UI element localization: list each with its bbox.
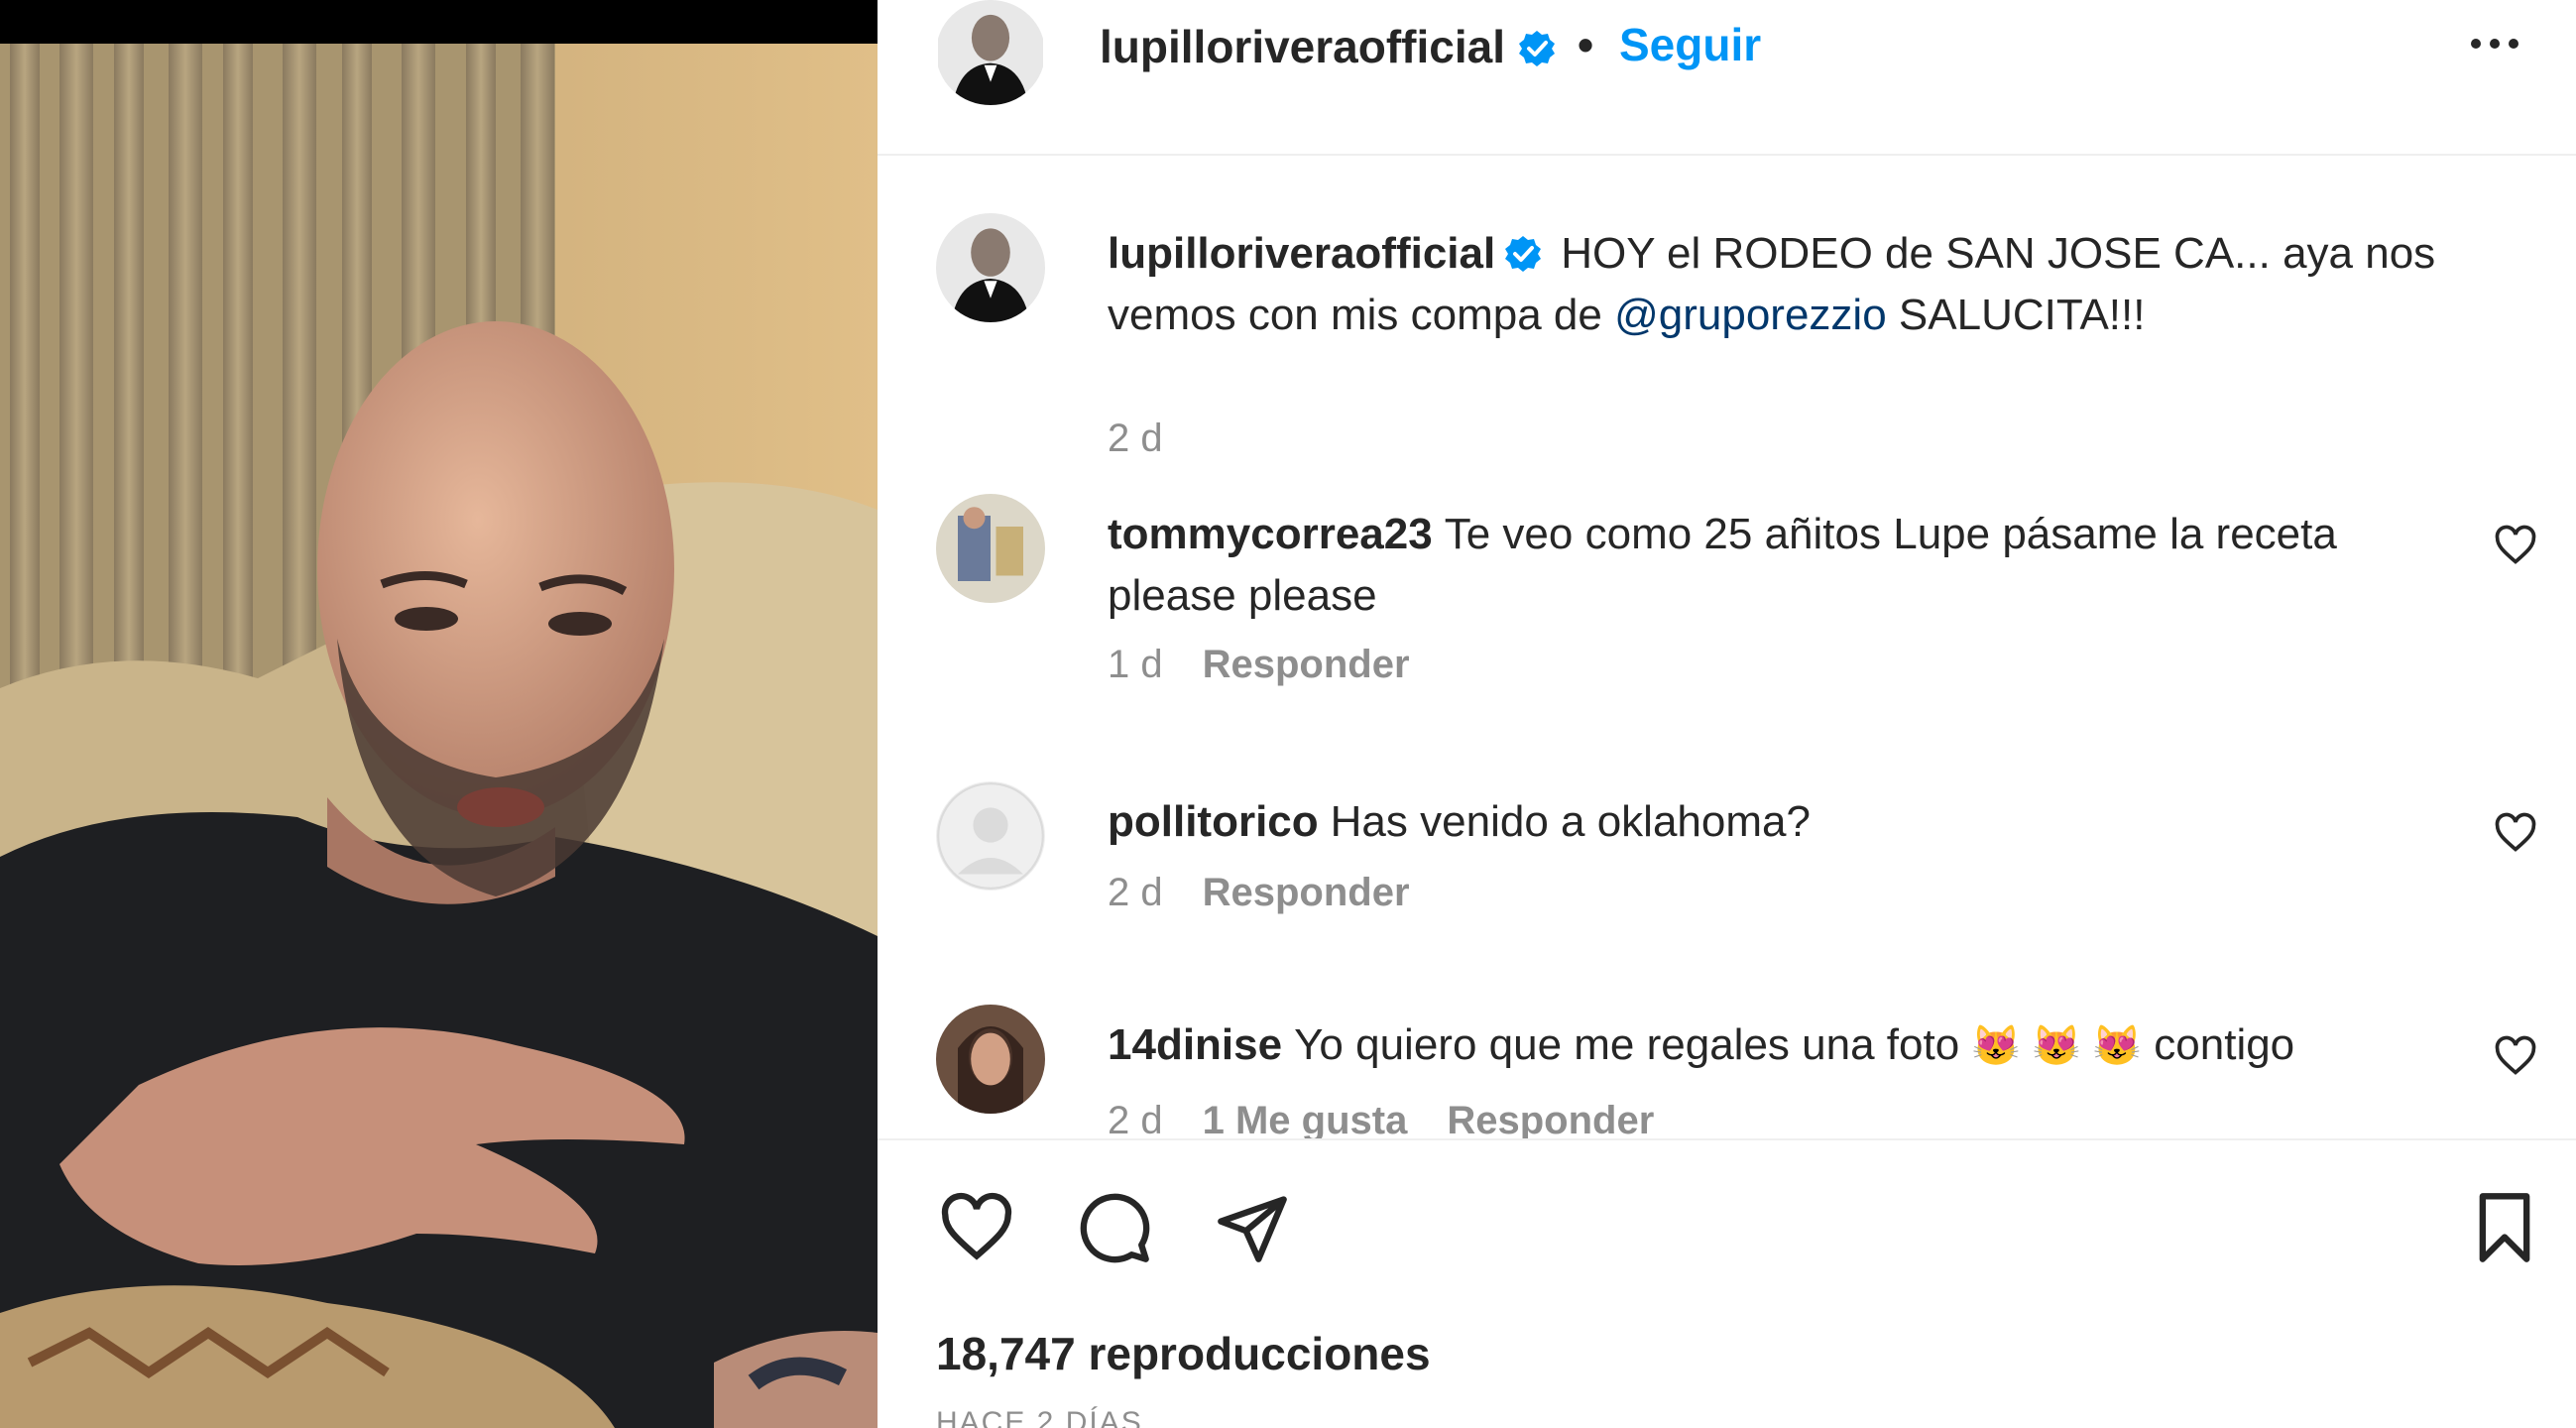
comment-avatar[interactable] — [936, 1005, 1045, 1114]
comment-avatar[interactable] — [936, 781, 1045, 891]
comment-text: pollitorico Has venido a oklahoma? — [1108, 791, 2377, 853]
caption-body-end: SALUCITA!!! — [1886, 291, 2146, 339]
post-date: HACE 2 DÍAS — [936, 1406, 1143, 1428]
comment-body-end: contigo — [2142, 1020, 2295, 1069]
post-video[interactable] — [0, 0, 878, 1428]
comment-time: 2 d — [1108, 871, 1163, 914]
heart-icon[interactable] — [2494, 811, 2537, 855]
comment-text: 14dinise Yo quiero que me regales una fot… — [1108, 1014, 2377, 1077]
header-username[interactable]: lupilloriveraofficial — [1100, 20, 1557, 73]
comment-username[interactable]: pollitorico — [1108, 797, 1319, 846]
views-count[interactable]: 18,747 reproducciones — [936, 1327, 1431, 1380]
comment-username[interactable]: tommycorrea23 — [1108, 510, 1433, 558]
comment-body: Yo quiero que me regales una foto — [1294, 1020, 1972, 1069]
comment-text: tommycorrea23 Te veo como 25 añitos Lupe … — [1108, 504, 2377, 627]
video-top-bar — [0, 0, 878, 44]
verified-badge-icon — [1519, 31, 1555, 66]
caption-text: lupilloriveraofficial HOY el RODEO de SAN… — [1108, 223, 2516, 346]
comment-time: 1 d — [1108, 643, 1163, 686]
comment-username[interactable]: 14dinise — [1108, 1020, 1282, 1069]
comment-meta: 2 d 1 Me gusta Responder — [1108, 1099, 1694, 1138]
mention-link[interactable]: @gruporezzio — [1614, 291, 1887, 339]
reply-button[interactable]: Responder — [1203, 643, 1410, 686]
caption-time: 2 d — [1108, 416, 1163, 460]
verified-badge-icon — [1505, 236, 1542, 272]
heart-icon — [941, 1192, 1012, 1260]
comment-icon — [1080, 1193, 1150, 1263]
save-button[interactable] — [2464, 1190, 2545, 1265]
comment-meta: 1 d Responder — [1108, 643, 1450, 687]
follow-button[interactable]: Seguir — [1619, 18, 1761, 71]
heart-icon[interactable] — [2494, 1034, 2537, 1078]
send-icon — [1218, 1196, 1287, 1262]
comment-time: 2 d — [1108, 1099, 1163, 1138]
post-sidebar: lupilloriveraofficial • Seguir lupillori… — [878, 0, 2576, 1428]
comment-button[interactable] — [1074, 1190, 1155, 1265]
comment-avatar[interactable] — [936, 494, 1045, 603]
comment-meta: 2 d Responder — [1108, 871, 1450, 915]
reply-button[interactable]: Responder — [1447, 1099, 1654, 1138]
heart-eyes-cat-emoji: 😻 😻 😻 — [1971, 1024, 2143, 1068]
comments-list[interactable]: lupilloriveraofficial HOY el RODEO de SAN… — [878, 157, 2576, 1138]
header-username-text[interactable]: lupilloriveraofficial — [1100, 21, 1505, 72]
bookmark-icon — [2479, 1193, 2530, 1262]
actions-divider — [878, 1138, 2576, 1140]
author-avatar[interactable] — [936, 0, 1045, 105]
comment-body: Has venido a oklahoma? — [1330, 797, 1811, 846]
reply-button[interactable]: Responder — [1203, 871, 1410, 914]
caption-avatar[interactable] — [936, 213, 1045, 322]
more-options-icon[interactable] — [2459, 14, 2530, 73]
heart-icon[interactable] — [2494, 524, 2537, 567]
caption-username-text[interactable]: lupilloriveraofficial — [1108, 229, 1495, 278]
share-button[interactable] — [1212, 1190, 1293, 1265]
caption-username[interactable]: lupilloriveraofficial — [1108, 229, 1549, 278]
like-button[interactable] — [936, 1190, 1017, 1265]
caption-meta: 2 d — [1108, 416, 1203, 461]
comment-likes[interactable]: 1 Me gusta — [1203, 1099, 1408, 1138]
post-header: lupilloriveraofficial • Seguir — [878, 0, 2576, 156]
video-frame — [0, 44, 878, 1428]
header-separator: • — [1578, 19, 1594, 70]
